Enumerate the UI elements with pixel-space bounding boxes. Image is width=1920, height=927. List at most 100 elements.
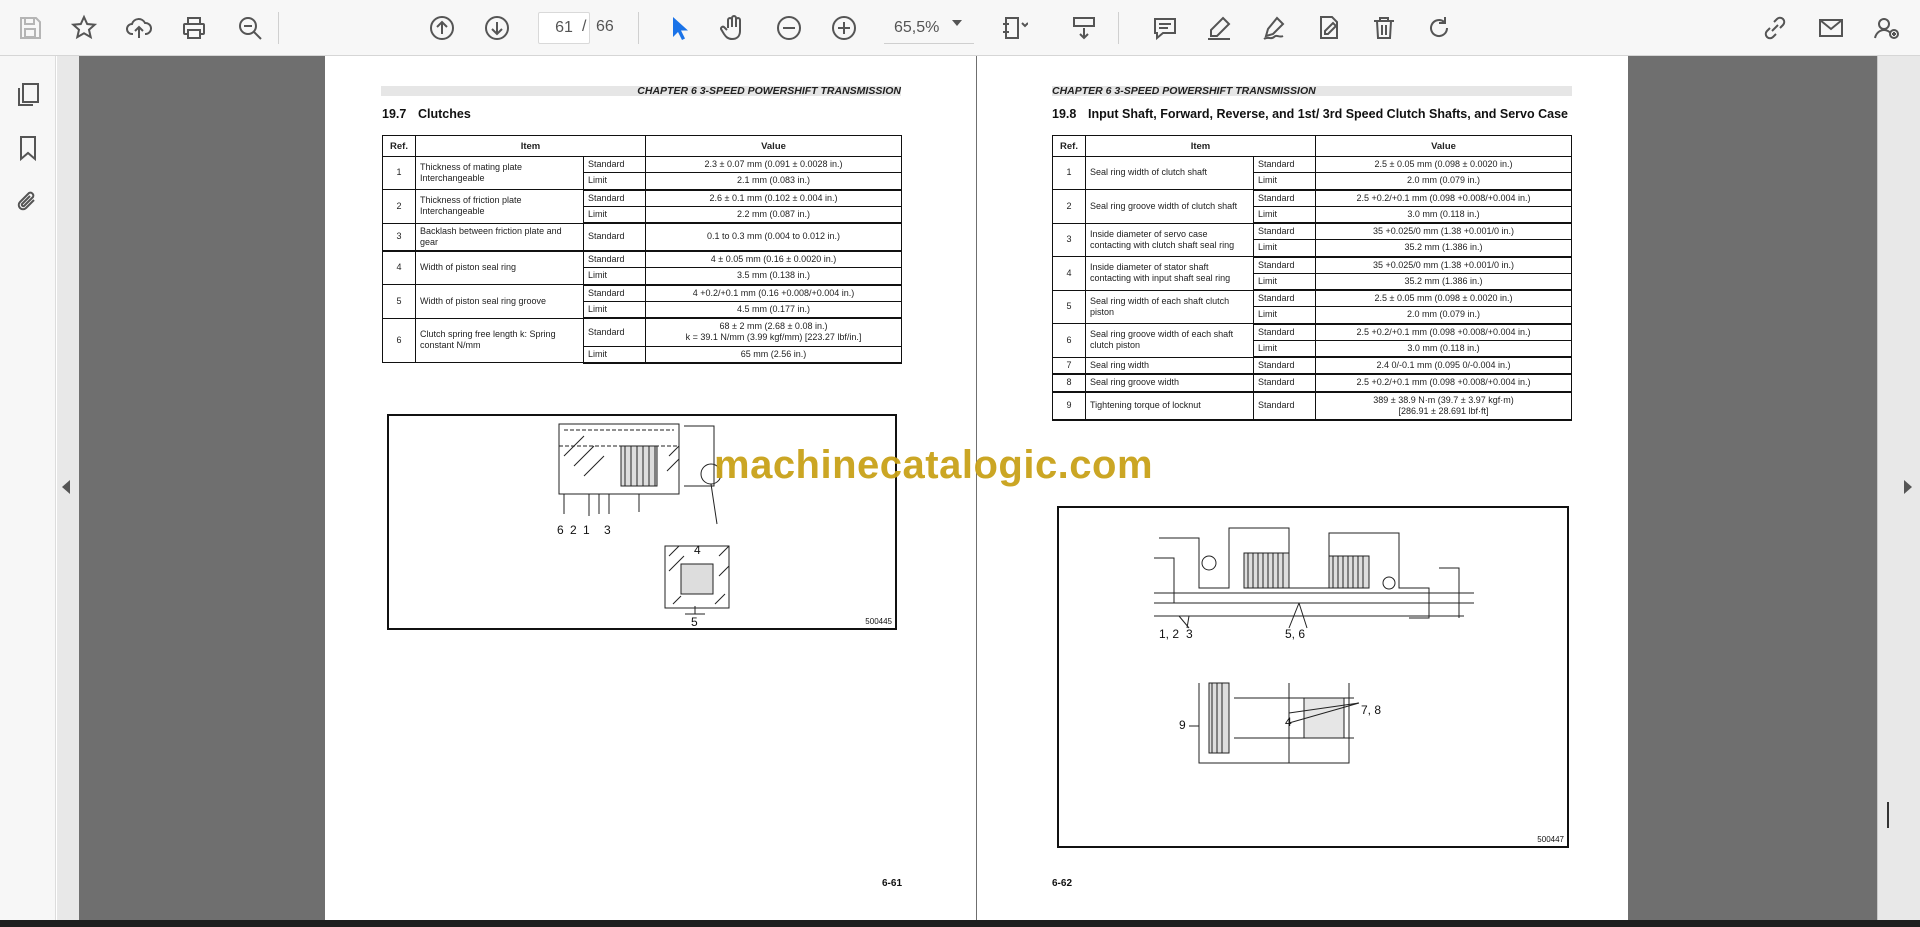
condition-cell: Standard [1253,256,1316,274]
callout-label: 3 [604,523,611,537]
page-thumbnails-icon[interactable] [10,76,46,112]
scrollbar-thumb[interactable] [1887,802,1889,828]
condition-cell: Standard [1253,155,1316,174]
item-cell: Thickness of friction plate Interchangea… [415,189,584,224]
comment-icon[interactable] [1147,10,1183,46]
export-edit-icon[interactable] [1311,10,1347,46]
value-line: 68 ± 2 mm (2.68 ± 0.08 in.) [719,321,828,331]
value-cell: 389 ± 38.9 N·m (39.7 ± 3.97 kgf·m) [286.9… [1315,391,1572,421]
value-cell: 35 +0.025/0 mm (1.38 +0.001/0 in.) [1315,256,1572,274]
item-cell: Thickness of mating plate Interchangeabl… [415,156,584,190]
taskbar-strip [0,920,1920,927]
section-name: Clutches [418,107,471,121]
ref-cell: 8 [1052,373,1086,393]
value-cell: 3.0 mm (0.118 in.) [1315,205,1572,224]
item-cell: Tightening torque of locknut [1085,391,1254,421]
condition-cell: Limit [1253,239,1316,258]
toolbar: 61 / 66 65,5% [0,0,1920,56]
expand-right-panel-icon[interactable] [1904,480,1912,494]
condition-cell: Standard [1253,289,1316,308]
callout-label: 7, 8 [1361,703,1381,717]
value-line: [286.91 ± 28.691 lbf·ft] [1398,405,1489,416]
header-item: Item [1085,135,1316,157]
share-link-icon[interactable] [1757,10,1793,46]
value-cell: 2.3 ± 0.07 mm (0.091 ± 0.0028 in.) [645,155,902,174]
sidebar [0,56,56,920]
table-row: 2 Seal ring groove width of clutch shaft… [1052,189,1572,224]
chevron-down-icon[interactable] [952,20,962,26]
value-cell: 4 ± 0.05 mm (0.16 ± 0.0020 in.) [645,250,902,269]
page-down-icon[interactable] [479,10,515,46]
bookmarks-icon[interactable] [10,130,46,166]
rotate-icon[interactable] [1421,10,1457,46]
header-value: Value [645,135,902,157]
item-cell: Seal ring width of each shaft clutch pis… [1085,289,1254,324]
zoom-in-icon[interactable] [826,10,862,46]
upload-cloud-icon[interactable] [121,10,157,46]
attachments-icon[interactable] [10,184,46,220]
value-line: k = 39.1 N/mm (3.99 kgf/mm) [223.27 lbf/… [685,332,862,343]
select-cursor-icon[interactable] [661,10,697,46]
value-cell: 2.1 mm (0.083 in.) [645,172,902,191]
ref-cell: 3 [1052,222,1086,257]
condition-cell: Standard [1253,222,1316,241]
condition-cell: Standard [1253,391,1316,421]
table-row: 2 Thickness of friction plate Interchang… [382,189,902,224]
condition-cell: Limit [583,172,646,191]
shaft-diagram: 1, 2 3 5, 6 7, 8 4 9 500447 [1057,506,1569,848]
condition-cell: Limit [583,300,646,319]
value-cell: 2.5 +0.2/+0.1 mm (0.098 +0.008/+0.004 in… [1315,373,1572,393]
ref-cell: 5 [1052,289,1086,324]
highlight-pen-icon[interactable] [1201,10,1237,46]
figure-code: 500447 [1537,835,1564,844]
fit-page-icon[interactable] [996,10,1032,46]
table-row: 6 Clutch spring free length k: Spring co… [382,317,902,364]
ref-cell: 9 [1052,391,1086,421]
save-icon[interactable] [12,10,48,46]
print-icon[interactable] [176,10,212,46]
draw-sign-icon[interactable] [1256,10,1292,46]
callout-label: 4 [1285,715,1292,729]
ref-cell: 4 [1052,256,1086,291]
table-row: 6 Seal ring groove width of each shaft c… [1052,323,1572,358]
condition-cell: Limit [1253,172,1316,191]
figure-code: 500445 [865,617,892,626]
value-cell: 4.5 mm (0.177 in.) [645,300,902,319]
table-row: 1 Seal ring width of clutch shaft Standa… [1052,155,1572,190]
table-row: 7 Seal ring width Standard 2.4 0/-0.1 mm… [1052,356,1572,376]
value-cell: 2.5 +0.2/+0.1 mm (0.098 +0.008/+0.004 in… [1315,323,1572,341]
item-cell: Seal ring width [1085,356,1254,376]
hand-tool-icon[interactable] [715,10,751,46]
value-cell: 2.5 ± 0.05 mm (0.098 ± 0.0020 in.) [1315,289,1572,308]
table-row: 4 Inside diameter of stator shaft contac… [1052,256,1572,291]
zoom-out-icon[interactable] [771,10,807,46]
add-user-icon[interactable] [1868,10,1904,46]
zoom-search-icon[interactable] [232,10,268,46]
condition-cell: Standard [583,317,646,347]
scroll-mode-icon[interactable] [1066,10,1102,46]
condition-cell: Limit [1253,306,1316,325]
ref-cell: 1 [382,156,416,190]
delete-icon[interactable] [1366,10,1402,46]
value-cell: 2.2 mm (0.087 in.) [645,205,902,224]
email-icon[interactable] [1813,10,1849,46]
bookmark-star-icon[interactable] [66,10,102,46]
condition-cell: Standard [583,222,646,252]
zoom-level-select[interactable]: 65,5% [884,12,974,44]
callout-label: 4 [694,543,701,557]
shaft-drawing: 1, 2 3 5, 6 7, 8 4 9 [1154,527,1474,764]
table-row: 4 Width of piston seal ring Standard 4 ±… [382,250,902,285]
item-cell: Seal ring groove width [1085,373,1254,393]
value-cell: 3.5 mm (0.138 in.) [645,267,902,286]
callout-label: 5 [691,615,698,628]
callout-label: 3 [1186,627,1193,641]
item-cell: Inside diameter of stator shaft contacti… [1085,256,1254,291]
right-panel-gutter [1877,56,1920,920]
header-ref: Ref. [1052,135,1086,157]
header-ref: Ref. [382,135,416,157]
value-cell: 2.4 0/-0.1 mm (0.095 0/-0.004 in.) [1315,356,1572,376]
pdf-page-right: CHAPTER 6 3-SPEED POWERSHIFT TRANSMISSIO… [977,56,1628,920]
collapse-left-icon[interactable] [62,480,70,494]
page-up-icon[interactable] [424,10,460,46]
page-separator: / [582,18,587,35]
